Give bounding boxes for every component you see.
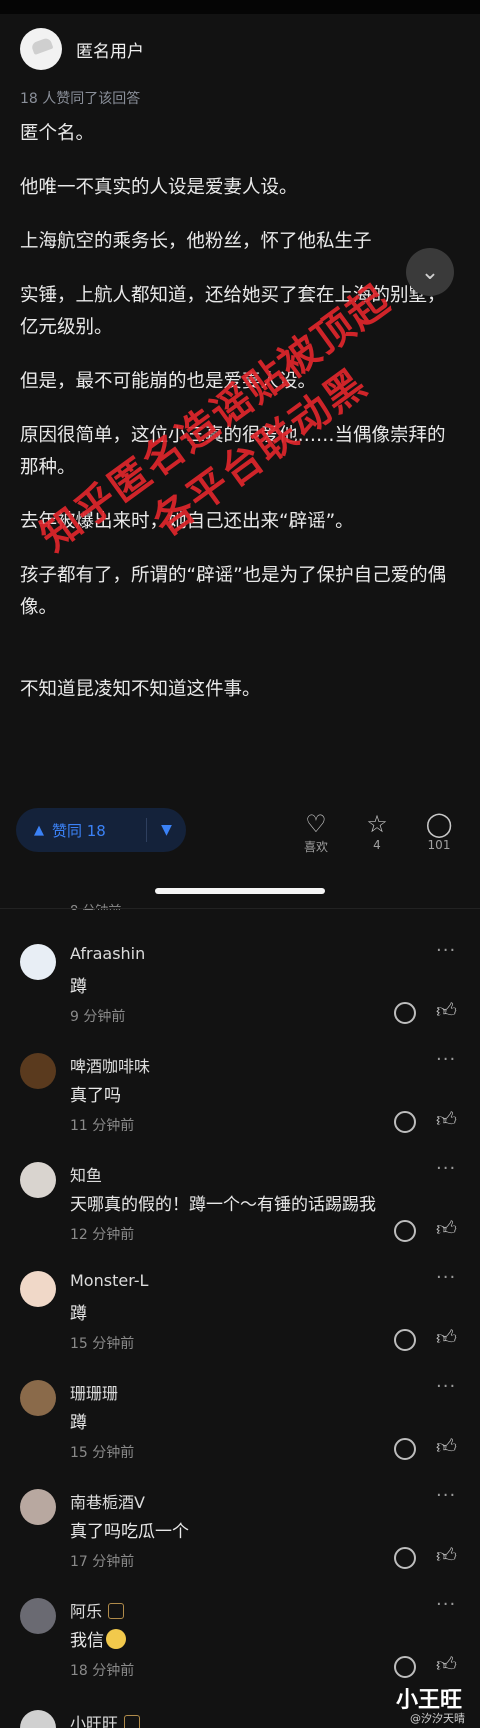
favorite-count: 4 xyxy=(373,838,381,852)
brand-handle: @汐汐天晴 xyxy=(410,1712,465,1725)
comment-text: 真了吗 xyxy=(70,1086,121,1106)
avatar[interactable] xyxy=(20,1271,56,1307)
thumbs-up-icon[interactable]: 👍︎ xyxy=(436,1325,457,1350)
comment-author[interactable]: Afraashin xyxy=(70,944,145,963)
reply-icon[interactable] xyxy=(394,1220,416,1242)
comment-item: Afraashin 蹲 9 分钟前 ··· 👍︎ xyxy=(0,934,480,1042)
answer-paragraph: 上海航空的乘务长，他粉丝，怀了他私生子 xyxy=(20,231,372,252)
thumbs-up-icon[interactable]: 👍︎ xyxy=(436,1107,457,1132)
answer-author[interactable]: 匿名用户 xyxy=(20,26,144,72)
thumbs-up-icon[interactable]: 👍︎ xyxy=(436,1543,457,1568)
comment-item: 南巷栀酒V 真了吗吃瓜一个 17 分钟前 ··· 👍︎ xyxy=(0,1479,480,1587)
comment-item: 啤酒咖啡味 真了吗 11 分钟前 ··· 👍︎ xyxy=(0,1043,480,1151)
reply-icon[interactable] xyxy=(394,1002,416,1024)
avatar[interactable] xyxy=(20,1710,56,1728)
comment-author[interactable]: 小旺旺 xyxy=(70,1710,141,1728)
comment-time: 15 分钟前 xyxy=(70,1445,135,1461)
comment-item: 知鱼 天哪真的假的！蹲一个～有锤的话踢踢我 12 分钟前 ··· 👍︎ xyxy=(0,1152,480,1260)
comment-author-name: 阿乐 xyxy=(70,1602,103,1621)
comment-author-name: 小旺旺 xyxy=(70,1714,119,1728)
upvote-label: 赞同 18 xyxy=(52,821,106,840)
upvote-button[interactable]: ▲ 赞同 18 xyxy=(16,808,146,852)
heart-icon: ♡ xyxy=(305,810,327,838)
badge-icon xyxy=(108,1603,125,1619)
comment-text-content: 我信 xyxy=(70,1631,104,1651)
reply-icon[interactable] xyxy=(394,1656,416,1678)
comment-author[interactable]: 啤酒咖啡味 xyxy=(70,1053,150,1077)
answer-paragraph: 匿个名。 xyxy=(20,123,95,144)
comment-button[interactable]: ◯ 101 xyxy=(409,810,469,852)
answer-paragraph: 他唯一不真实的人设是爱妻人设。 xyxy=(20,177,298,198)
reply-icon[interactable] xyxy=(394,1111,416,1133)
comment-text: 蹲 xyxy=(70,1304,87,1324)
comment-text: 我信 xyxy=(70,1626,126,1651)
avatar[interactable] xyxy=(20,1053,56,1089)
comment-item: 珊珊珊 蹲 15 分钟前 ··· 👍︎ xyxy=(0,1370,480,1478)
comment-item: 阿乐 我信 18 分钟前 ··· 👍︎ xyxy=(0,1588,480,1696)
comment-text: 真了吗吃瓜一个 xyxy=(70,1522,189,1542)
comment-time: 12 分钟前 xyxy=(70,1227,135,1243)
triangle-down-icon: ▼ xyxy=(161,822,172,838)
thumbs-up-icon[interactable]: 👍︎ xyxy=(436,1216,457,1241)
avatar[interactable] xyxy=(20,1162,56,1198)
status-bar xyxy=(0,0,480,14)
avatar[interactable] xyxy=(20,1380,56,1416)
comment-text: 蹲 xyxy=(70,1413,87,1433)
more-icon[interactable]: ··· xyxy=(436,1594,456,1615)
comment-time: 9 分钟前 xyxy=(70,1009,126,1025)
avatar[interactable] xyxy=(20,1598,56,1634)
thumbs-up-icon[interactable]: 👍︎ xyxy=(436,1434,457,1459)
badge-icon xyxy=(124,1715,141,1728)
comment-time: 11 分钟前 xyxy=(70,1118,135,1134)
like-label: 喜欢 xyxy=(303,840,328,854)
answer-likes-line: 18 人赞同了该回答 xyxy=(20,91,141,107)
vote-pill: ▲ 赞同 18 ▼ xyxy=(16,808,186,852)
comment-time: 15 分钟前 xyxy=(70,1336,135,1352)
avatar[interactable] xyxy=(20,1489,56,1525)
more-icon[interactable]: ··· xyxy=(436,940,456,961)
thumbs-up-icon[interactable]: 👍︎ xyxy=(436,998,457,1023)
collapse-button[interactable]: ⌄ xyxy=(406,248,454,296)
author-name[interactable]: 匿名用户 xyxy=(76,37,144,62)
reply-icon[interactable] xyxy=(394,1547,416,1569)
triangle-up-icon: ▲ xyxy=(34,822,44,838)
more-icon[interactable]: ··· xyxy=(436,1376,456,1397)
more-icon[interactable]: ··· xyxy=(436,1485,456,1506)
thumbs-up-icon[interactable]: 👍︎ xyxy=(436,1652,457,1677)
comment-author[interactable]: 阿乐 xyxy=(70,1598,125,1622)
favorite-button[interactable]: ☆ 4 xyxy=(347,810,407,852)
comment-author[interactable]: 珊珊珊 xyxy=(70,1380,118,1404)
comment-text: 蹲 xyxy=(70,977,87,997)
avatar[interactable] xyxy=(20,28,62,70)
double-chevron-down-icon: ⌄ xyxy=(420,259,440,285)
like-button[interactable]: ♡ 喜欢 xyxy=(286,810,346,855)
comment-author[interactable]: 南巷栀酒V xyxy=(70,1489,145,1513)
more-icon[interactable]: ··· xyxy=(436,1049,456,1070)
more-icon[interactable]: ··· xyxy=(436,1267,456,1288)
comment-author[interactable]: Monster-L xyxy=(70,1271,148,1290)
section-divider xyxy=(0,908,480,909)
star-icon: ☆ xyxy=(366,810,388,838)
comment-item: Monster-L 蹲 15 分钟前 ··· 👍︎ xyxy=(0,1261,480,1369)
more-icon[interactable]: ··· xyxy=(436,1158,456,1179)
comment-bubble-icon: ◯ xyxy=(425,810,453,838)
comment-time: 18 分钟前 xyxy=(70,1663,135,1679)
downvote-button[interactable]: ▼ xyxy=(147,822,186,838)
comment-author[interactable]: 知鱼 xyxy=(70,1162,102,1186)
emoji-icon xyxy=(106,1629,126,1649)
home-indicator xyxy=(155,888,325,894)
comment-time: 17 分钟前 xyxy=(70,1554,135,1570)
reply-icon[interactable] xyxy=(394,1438,416,1460)
avatar[interactable] xyxy=(20,944,56,980)
reply-icon[interactable] xyxy=(394,1329,416,1351)
comment-count: 101 xyxy=(427,838,451,852)
answer-paragraph: 不知道昆凌知不知道这件事。 xyxy=(20,679,261,700)
comment-text: 天哪真的假的！蹲一个～有锤的话踢踢我 xyxy=(70,1195,376,1215)
answer-action-bar: ▲ 赞同 18 ▼ ♡ 喜欢 ☆ 4 ◯ 101 xyxy=(0,800,480,870)
